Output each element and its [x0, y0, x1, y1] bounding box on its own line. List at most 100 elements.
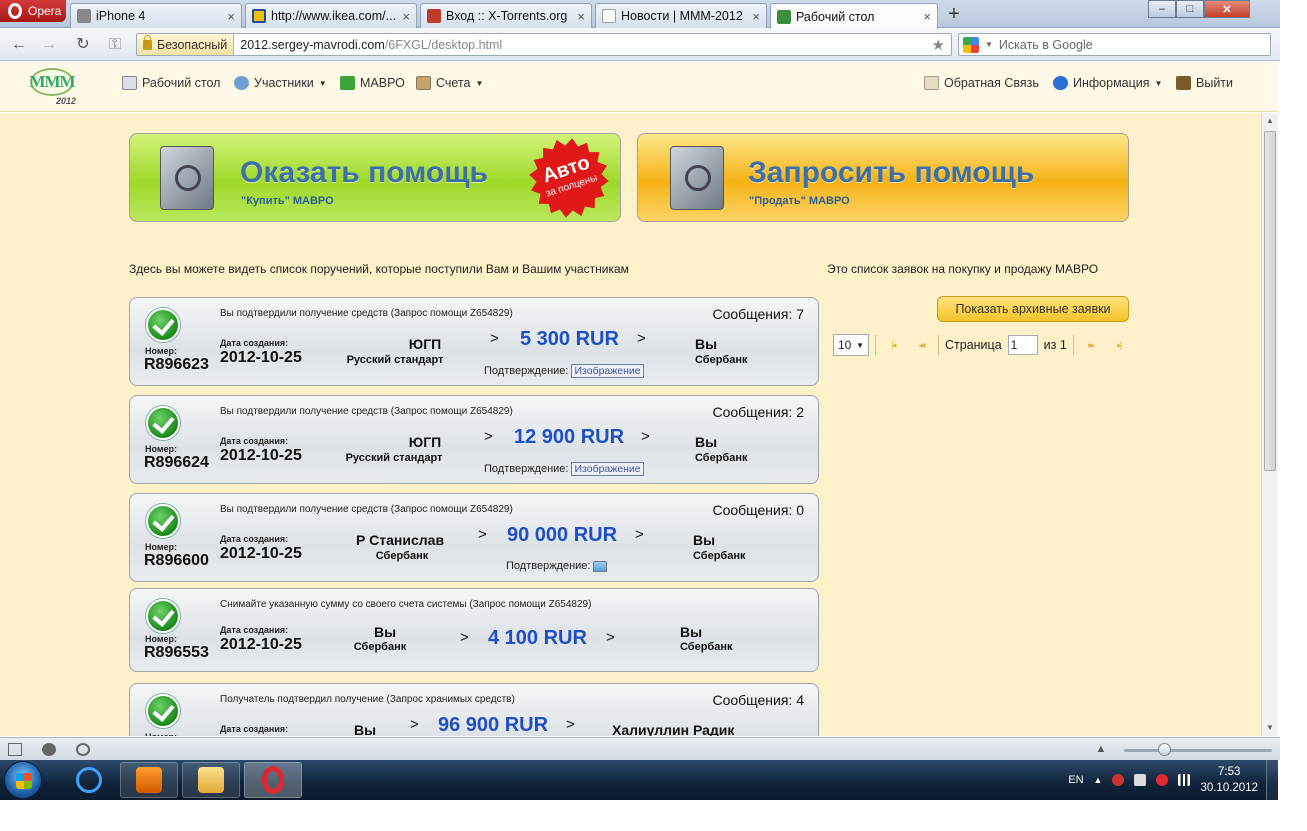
tab-iphone[interactable]: iPhone 4 × — [70, 3, 242, 28]
clock[interactable]: 7:53 30.10.2012 — [1200, 764, 1258, 796]
tab-close-icon[interactable]: × — [923, 9, 931, 24]
arrow-right-icon: > — [478, 526, 487, 543]
order-card[interactable]: Номер: R896624 Вы подтвердили получение … — [129, 395, 819, 484]
number-label: Номер: — [145, 634, 178, 644]
tab-close-icon[interactable]: × — [752, 9, 760, 24]
show-desktop-button[interactable] — [1266, 760, 1278, 800]
page-size-select[interactable]: 10 ▼ — [833, 334, 869, 356]
order-card[interactable]: Номер: R896623 Вы подтвердили получение … — [129, 297, 819, 386]
panel-toggle-icon[interactable] — [8, 743, 22, 756]
messages-count[interactable]: Сообщения: 4 — [712, 692, 804, 708]
image-thumbnail-icon[interactable] — [593, 560, 608, 572]
page-number-input[interactable]: 1 — [1007, 335, 1038, 355]
tab-mmm-news[interactable]: Новости | МММ-2012 ... × — [595, 3, 767, 28]
close-window-button[interactable]: ✕ — [1204, 0, 1250, 18]
cloud-icon[interactable] — [42, 743, 56, 756]
new-tab-button[interactable]: + — [944, 4, 964, 24]
number-label: Номер: — [145, 732, 177, 736]
taskbar-media-player[interactable] — [120, 762, 178, 798]
nav-desktop[interactable]: Рабочий стол — [122, 76, 220, 90]
reload-icon[interactable]: ↻ — [72, 35, 94, 55]
tab-close-icon[interactable]: × — [402, 9, 410, 24]
give-help-subtitle: "Купить" МАВРО — [241, 195, 334, 207]
order-amount: 4 100 RUR — [488, 627, 587, 649]
show-archive-button[interactable]: Показать архивные заявки — [937, 296, 1129, 322]
media-player-icon — [136, 767, 162, 793]
nav-participants[interactable]: Участники ▼ — [234, 76, 327, 90]
nav-feedback[interactable]: Обратная Связь — [924, 76, 1039, 90]
order-card[interactable]: Номер: Получатель подтвердил получение (… — [129, 683, 819, 736]
order-number: R896553 — [144, 644, 209, 661]
created-label: Дата создания: — [220, 724, 289, 734]
divider — [1072, 335, 1074, 355]
page-scrollbar[interactable]: ▲ ▼ — [1261, 113, 1278, 736]
device-tray-icon[interactable] — [1134, 774, 1147, 786]
minimize-button[interactable]: – — [1148, 0, 1176, 18]
tab-ikea[interactable]: http://www.ikea.com/... × — [245, 3, 417, 28]
key-icon[interactable]: ⚿ — [104, 35, 126, 55]
first-page-icon[interactable]: |◂ — [882, 340, 904, 351]
search-input[interactable]: ▼ Искать в Google — [958, 33, 1271, 56]
zoom-slider[interactable] — [1124, 749, 1272, 752]
view-toggle-icon[interactable]: ▲ — [1094, 743, 1108, 756]
scroll-up-icon[interactable]: ▲ — [1262, 113, 1278, 129]
tab-x-torrents[interactable]: Вход :: X-Torrents.org × — [420, 3, 592, 28]
scroll-down-icon[interactable]: ▼ — [1262, 720, 1278, 736]
security-badge[interactable]: Безопасный — [137, 34, 235, 55]
main-content: Оказать помощь "Купить" МАВРО Авто за по… — [0, 113, 1261, 736]
tray-overflow-icon[interactable]: ▲ — [1094, 775, 1103, 785]
messages-count[interactable]: Сообщения: 0 — [712, 502, 804, 518]
nav-mavro[interactable]: МАВРО — [340, 76, 405, 90]
messages-count[interactable]: Сообщения: 2 — [712, 404, 804, 420]
security-tray-icon[interactable] — [1112, 774, 1125, 786]
maximize-button[interactable]: □ — [1176, 0, 1204, 18]
network-signal-icon[interactable] — [1178, 774, 1191, 786]
tab-close-icon[interactable]: × — [227, 9, 235, 24]
scrollbar-thumb[interactable] — [1264, 131, 1276, 471]
opera-menu-button[interactable]: Opera — [0, 0, 66, 22]
confirmation-label: Подтверждение: — [484, 365, 569, 377]
opera-logo-icon — [8, 3, 22, 19]
internet-explorer-icon — [76, 767, 102, 793]
nav-logout[interactable]: Выйти — [1176, 76, 1233, 90]
taskbar-opera[interactable] — [244, 762, 302, 798]
start-button[interactable] — [4, 761, 42, 799]
mmm-logo[interactable]: МММ 2012 — [29, 68, 76, 106]
order-amount: 12 900 RUR — [514, 426, 625, 448]
taskbar-explorer[interactable] — [182, 762, 240, 798]
confirmation: Подтверждение: — [506, 560, 608, 572]
order-card[interactable]: Номер: R896553 Снимайте указанную сумму … — [129, 588, 819, 672]
divider — [938, 335, 939, 355]
request-help-title: Запросить помощь — [748, 156, 1035, 189]
forward-icon[interactable]: → — [38, 35, 60, 55]
back-icon[interactable]: ← — [8, 35, 30, 55]
search-engine-caret-icon[interactable]: ▼ — [985, 40, 993, 49]
next-page-icon[interactable]: ▸▸ — [1080, 340, 1102, 351]
give-help-button[interactable]: Оказать помощь "Купить" МАВРО Авто за по… — [129, 133, 621, 222]
taskbar-internet-explorer[interactable] — [60, 762, 118, 798]
recipient-bank: Сбербанк — [693, 550, 746, 562]
nav-accounts[interactable]: Счета ▼ — [416, 76, 483, 90]
opera-tray-icon[interactable] — [1156, 774, 1169, 786]
requests-description: Это список заявок на покупку и продажу М… — [827, 262, 1099, 276]
tab-desktop[interactable]: Рабочий стол × — [770, 3, 938, 29]
divider — [875, 335, 876, 355]
order-status: Вы подтвердили получение средств (Запрос… — [220, 406, 513, 417]
zoom-slider-handle[interactable] — [1158, 743, 1171, 756]
confirmation-image-link[interactable]: Изображение — [571, 364, 644, 378]
prev-page-icon[interactable]: ◂◂ — [910, 340, 932, 351]
request-help-button[interactable]: Запросить помощь "Продать" МАВРО — [637, 133, 1129, 222]
browser-status-bar: ▲ — [0, 737, 1280, 760]
last-page-icon[interactable]: ▸| — [1108, 340, 1130, 351]
speed-dial-icon[interactable] — [76, 743, 90, 756]
bookmark-star-icon[interactable]: ★ — [932, 36, 951, 54]
language-indicator[interactable]: EN — [1068, 774, 1083, 786]
nav-info[interactable]: Информация ▼ — [1053, 76, 1162, 90]
arrow-right-icon: > — [460, 629, 469, 646]
confirmation-image-link[interactable]: Изображение — [571, 462, 644, 476]
url-field[interactable]: Безопасный 2012.sergey-mavrodi.com/6FXGL… — [136, 33, 952, 56]
messages-count[interactable]: Сообщения: 7 — [712, 306, 804, 322]
tab-close-icon[interactable]: × — [577, 9, 585, 24]
order-card[interactable]: Номер: R896600 Вы подтвердили получение … — [129, 493, 819, 582]
order-number: R896624 — [144, 454, 209, 471]
